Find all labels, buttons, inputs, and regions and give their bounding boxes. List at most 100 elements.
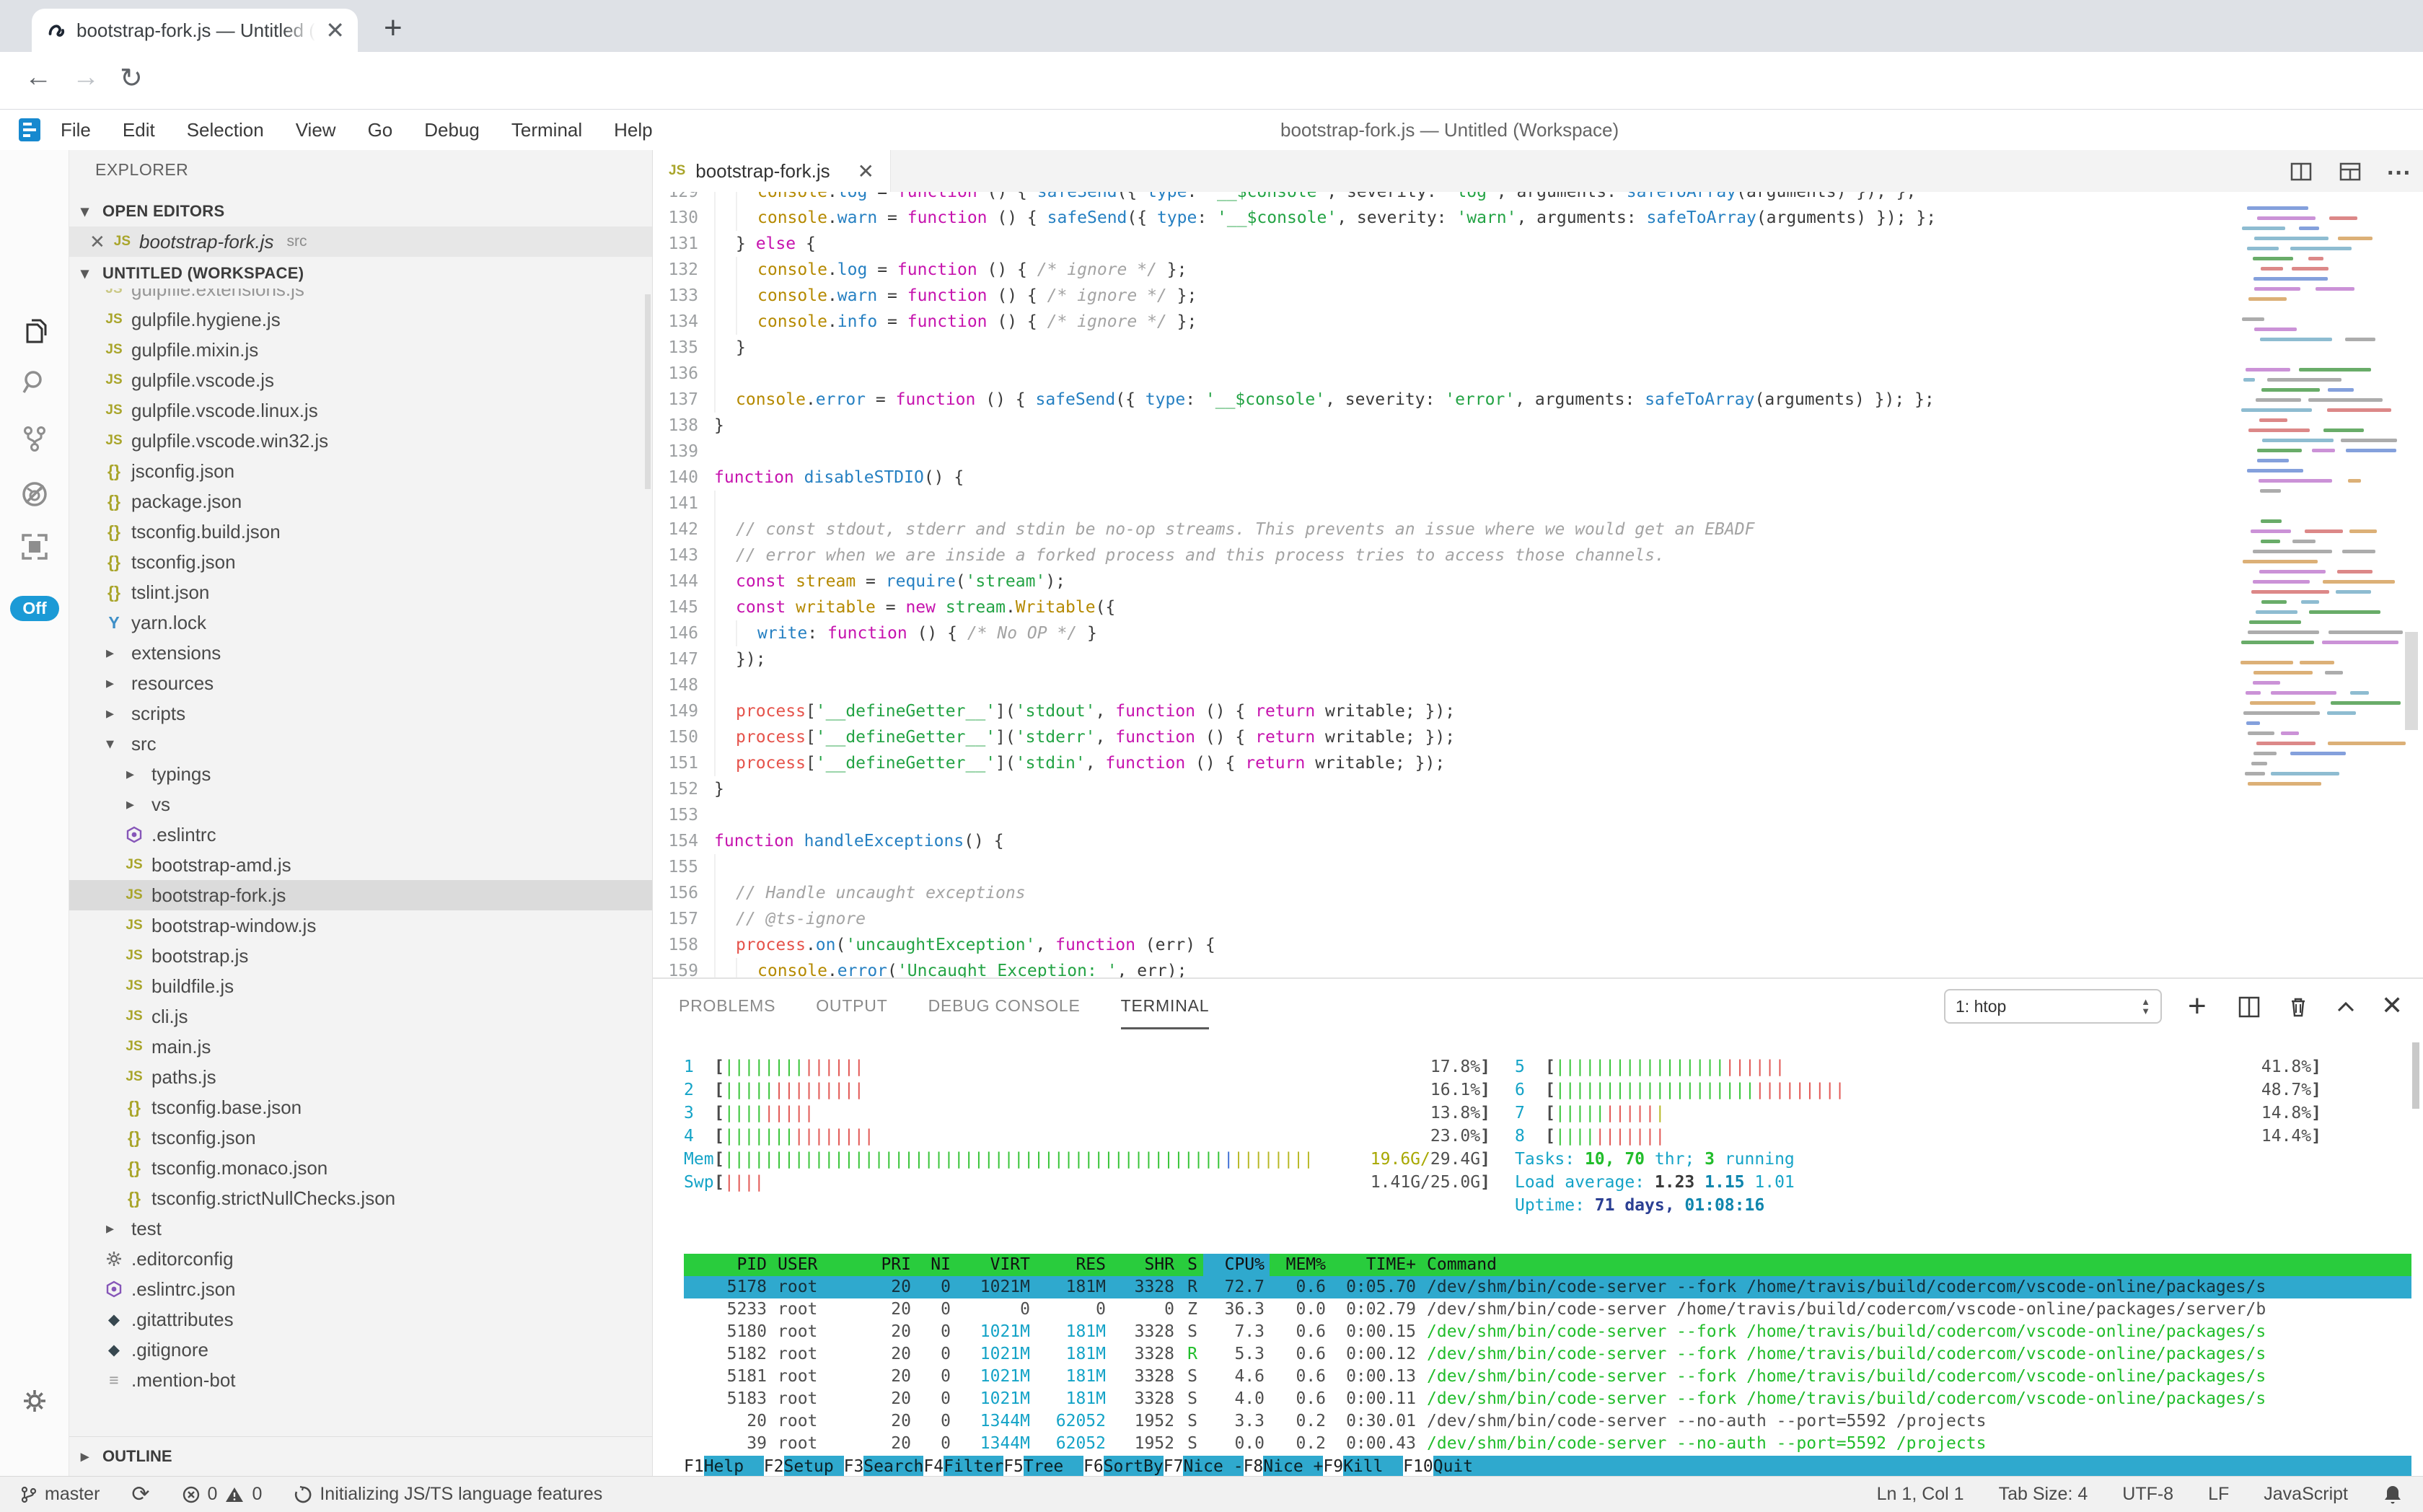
notifications-bell-icon[interactable] <box>2383 1484 2403 1506</box>
tree-item-gulpfile.extensions.js[interactable]: JSgulpfile.extensions.js <box>69 289 652 304</box>
htop-table-header[interactable]: PIDUSERPRINIVIRTRESSHRSCPU%MEM%TIME+Comm… <box>684 1254 2411 1276</box>
maximize-panel-icon[interactable] <box>2334 995 2358 1019</box>
status-tab-size-4[interactable]: Tab Size: 4 <box>1999 1484 2088 1505</box>
tree-item-jsconfig.json[interactable]: {}jsconfig.json <box>69 456 652 486</box>
reload-icon[interactable]: ↻ <box>120 62 143 94</box>
tree-item-.eslintrc.json[interactable]: .eslintrc.json <box>69 1274 652 1304</box>
tree-item-vs[interactable]: ▸vs <box>69 789 652 819</box>
close-icon[interactable]: ✕ <box>89 231 105 253</box>
htop-process-row-39[interactable]: 39root2001344M620521952S0.00.20:00.43/de… <box>684 1433 2411 1455</box>
htop-process-row-5178[interactable]: 5178root2001021M181M3328R72.70.60:05.70/… <box>684 1276 2411 1298</box>
htop-fkey-f9[interactable]: F9 <box>1323 1456 1343 1478</box>
editor-layout-icon[interactable] <box>2338 159 2362 184</box>
split-terminal-icon[interactable] <box>2237 995 2261 1019</box>
tree-item-main.js[interactable]: JSmain.js <box>69 1032 652 1062</box>
panel-tab-problems[interactable]: PROBLEMS <box>679 996 775 1029</box>
tree-item-tsconfig.build.json[interactable]: {}tsconfig.build.json <box>69 517 652 547</box>
tree-item-bootstrap.js[interactable]: JSbootstrap.js <box>69 941 652 971</box>
htop-process-row-20[interactable]: 20root2001344M620521952S3.30.20:30.01/de… <box>684 1410 2411 1433</box>
source-control-icon[interactable] <box>19 423 50 454</box>
htop-fkey-label[interactable]: Help <box>704 1456 764 1478</box>
htop-fkey-label[interactable]: Quit <box>1433 1456 1473 1478</box>
tree-item-.gitignore[interactable]: ◆.gitignore <box>69 1335 652 1365</box>
open-editor-item[interactable]: ✕ JS bootstrap-fork.js src <box>69 227 652 257</box>
panel-tab-terminal[interactable]: TERMINAL <box>1121 996 1210 1029</box>
tree-item-paths.js[interactable]: JSpaths.js <box>69 1062 652 1092</box>
htop-fkey-f5[interactable]: F5 <box>1003 1456 1024 1478</box>
htop-process-row-5183[interactable]: 5183root2001021M181M3328S4.00.60:00.11/d… <box>684 1388 2411 1410</box>
problems-item[interactable]: 0 0 <box>182 1484 263 1505</box>
menu-file[interactable]: File <box>61 119 91 141</box>
htop-fkey-f10[interactable]: F10 <box>1403 1456 1433 1478</box>
kill-terminal-trash-icon[interactable] <box>2286 995 2310 1019</box>
git-branch-item[interactable]: master <box>20 1484 100 1505</box>
htop-process-row-5180[interactable]: 5180root2001021M181M3328S7.30.60:00.15/d… <box>684 1321 2411 1343</box>
tree-item-.gitattributes[interactable]: ◆.gitattributes <box>69 1304 652 1335</box>
terminal-scrollbar[interactable] <box>2412 1042 2419 1109</box>
back-icon[interactable]: ← <box>25 62 52 93</box>
menu-go[interactable]: Go <box>368 119 393 141</box>
tree-item-gulpfile.hygiene.js[interactable]: JSgulpfile.hygiene.js <box>69 304 652 335</box>
close-panel-icon[interactable]: ✕ <box>2381 995 2403 1016</box>
tree-item-buildfile.js[interactable]: JSbuildfile.js <box>69 971 652 1001</box>
tree-item-gulpfile.vscode.linux.js[interactable]: JSgulpfile.vscode.linux.js <box>69 395 652 426</box>
minimap[interactable] <box>2236 196 2389 806</box>
new-tab-button[interactable]: + <box>384 10 403 46</box>
status-badge[interactable]: Off <box>10 596 59 621</box>
tree-item-.mention-bot[interactable]: ≡.mention-bot <box>69 1365 652 1395</box>
tab-close-icon[interactable]: ✕ <box>325 19 345 42</box>
extensions-icon[interactable] <box>19 531 50 563</box>
sync-item[interactable]: ⟳ <box>131 1482 149 1507</box>
tree-item-tsconfig.monaco.json[interactable]: {}tsconfig.monaco.json <box>69 1153 652 1183</box>
htop-process-row-5182[interactable]: 5182root2001021M181M3328R5.30.60:00.12/d… <box>684 1343 2411 1366</box>
tree-item-package.json[interactable]: {}package.json <box>69 486 652 517</box>
status-lf[interactable]: LF <box>2208 1484 2229 1505</box>
htop-fkey-label[interactable]: Kill <box>1343 1456 1403 1478</box>
menu-debug[interactable]: Debug <box>424 119 480 141</box>
workspace-header[interactable]: ▾ UNTITLED (WORKSPACE) <box>69 258 652 289</box>
status-javascript[interactable]: JavaScript <box>2264 1484 2348 1505</box>
menu-selection[interactable]: Selection <box>187 119 264 141</box>
tree-item-tsconfig.json[interactable]: {}tsconfig.json <box>69 1122 652 1153</box>
tree-item-bootstrap-window.js[interactable]: JSbootstrap-window.js <box>69 910 652 941</box>
htop-fkey-f6[interactable]: F6 <box>1083 1456 1104 1478</box>
tab-close-icon[interactable]: ✕ <box>858 159 874 183</box>
settings-gear-icon[interactable] <box>19 1385 50 1417</box>
tree-item-.editorconfig[interactable]: .editorconfig <box>69 1244 652 1274</box>
htop-fkey-f7[interactable]: F7 <box>1164 1456 1184 1478</box>
tree-item-test[interactable]: ▸test <box>69 1213 652 1244</box>
browser-tab[interactable]: bootstrap-fork.js — Untitled (W ✕ <box>32 9 358 52</box>
panel-tab-output[interactable]: OUTPUT <box>816 996 887 1029</box>
htop-fkey-f2[interactable]: F2 <box>764 1456 784 1478</box>
menu-edit[interactable]: Edit <box>123 119 155 141</box>
explorer-icon[interactable] <box>19 316 50 348</box>
tree-item-src[interactable]: ▾src <box>69 729 652 759</box>
htop-process-row-5233[interactable]: 5233root200000Z36.30.00:02.79/dev/shm/bi… <box>684 1298 2411 1321</box>
more-actions-icon[interactable]: ··· <box>2387 159 2411 188</box>
tree-item-bootstrap-fork.js[interactable]: JSbootstrap-fork.js <box>69 880 652 910</box>
tree-item-typings[interactable]: ▸typings <box>69 759 652 789</box>
htop-fkey-label[interactable]: Nice - <box>1183 1456 1243 1478</box>
tree-item-extensions[interactable]: ▸extensions <box>69 638 652 668</box>
editor-tab[interactable]: JS bootstrap-fork.js ✕ <box>653 150 891 192</box>
menu-terminal[interactable]: Terminal <box>511 119 582 141</box>
outline-section[interactable]: ▸ OUTLINE <box>69 1436 652 1476</box>
htop-fkey-f8[interactable]: F8 <box>1244 1456 1264 1478</box>
panel-tab-debug-console[interactable]: DEBUG CONSOLE <box>928 996 1081 1029</box>
htop-fkey-label[interactable]: SortBy <box>1104 1456 1164 1478</box>
terminal-htop[interactable]: 1[||||||||||||||17.8%]2[||||||||||||||16… <box>682 1044 2423 1476</box>
htop-fkey-f1[interactable]: F1 <box>684 1456 704 1478</box>
menu-help[interactable]: Help <box>614 119 652 141</box>
htop-fkey-label[interactable]: Filter <box>944 1456 1003 1478</box>
code-editor[interactable]: 129console.log = function () { safeSend(… <box>653 192 2423 977</box>
vscode-logo-icon[interactable] <box>17 117 42 143</box>
status-ln-1-col-1[interactable]: Ln 1, Col 1 <box>1877 1484 1964 1505</box>
htop-fkey-f4[interactable]: F4 <box>923 1456 944 1478</box>
debug-disabled-icon[interactable] <box>19 478 50 510</box>
forward-icon[interactable]: → <box>72 62 100 93</box>
terminal-select[interactable]: 1: htop ▲▼ <box>1944 989 2162 1024</box>
language-status-item[interactable]: Initializing JS/TS language features <box>294 1484 602 1505</box>
split-editor-icon[interactable] <box>2289 159 2313 184</box>
htop-fkey-label[interactable]: Setup <box>784 1456 844 1478</box>
htop-fkey-f3[interactable]: F3 <box>844 1456 864 1478</box>
